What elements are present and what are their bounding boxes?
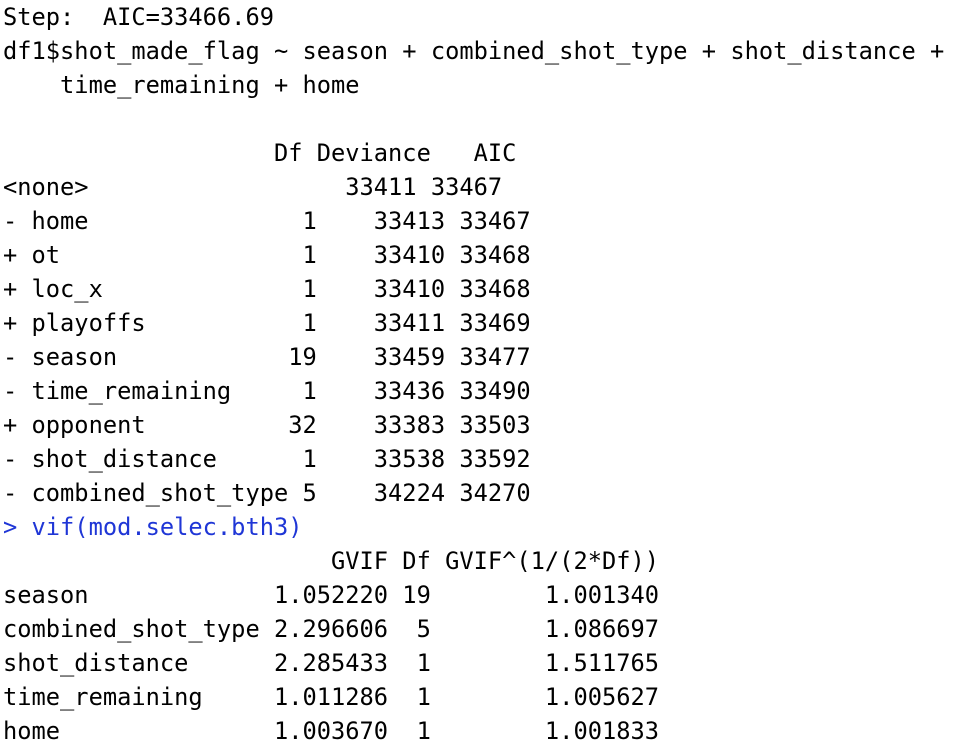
step-table-row: + ot 1 33410 33468 — [3, 241, 531, 269]
vif-table-row: time_remaining 1.011286 1 1.005627 — [3, 683, 660, 711]
vif-table-header: GVIF Df GVIF^(1/(2*Df)) — [3, 547, 660, 575]
vif-table-row: season 1.052220 19 1.001340 — [3, 581, 660, 609]
step-table-row: + loc_x 1 33410 33468 — [3, 275, 531, 303]
step-table-row: - time_remaining 1 33436 33490 — [3, 377, 531, 405]
formula-line-2: time_remaining + home — [3, 71, 360, 99]
vif-table-row: combined_shot_type 2.296606 5 1.086697 — [3, 615, 660, 643]
step-table-row: - shot_distance 1 33538 33592 — [3, 445, 531, 473]
vif-table-row: shot_distance 2.285433 1 1.511765 — [3, 649, 660, 677]
formula-line-1: df1$shot_made_flag ~ season + combined_s… — [3, 37, 945, 65]
step-table-row: - home 1 33413 33467 — [3, 207, 531, 235]
r-console-output: Step: AIC=33466.69 df1$shot_made_flag ~ … — [0, 0, 962, 748]
step-table-row: <none> 33411 33467 — [3, 173, 503, 201]
vif-table-row: home 1.003670 1 1.001833 — [3, 717, 660, 745]
console-command: > vif(mod.selec.bth3) — [3, 513, 303, 541]
step-table-row: + opponent 32 33383 33503 — [3, 411, 531, 439]
step-aic-header: Step: AIC=33466.69 — [3, 3, 274, 31]
step-table-row: - season 19 33459 33477 — [3, 343, 531, 371]
step-table-header: Df Deviance AIC — [3, 139, 517, 167]
step-table-row: - combined_shot_type 5 34224 34270 — [3, 479, 531, 507]
step-table-row: + playoffs 1 33411 33469 — [3, 309, 531, 337]
